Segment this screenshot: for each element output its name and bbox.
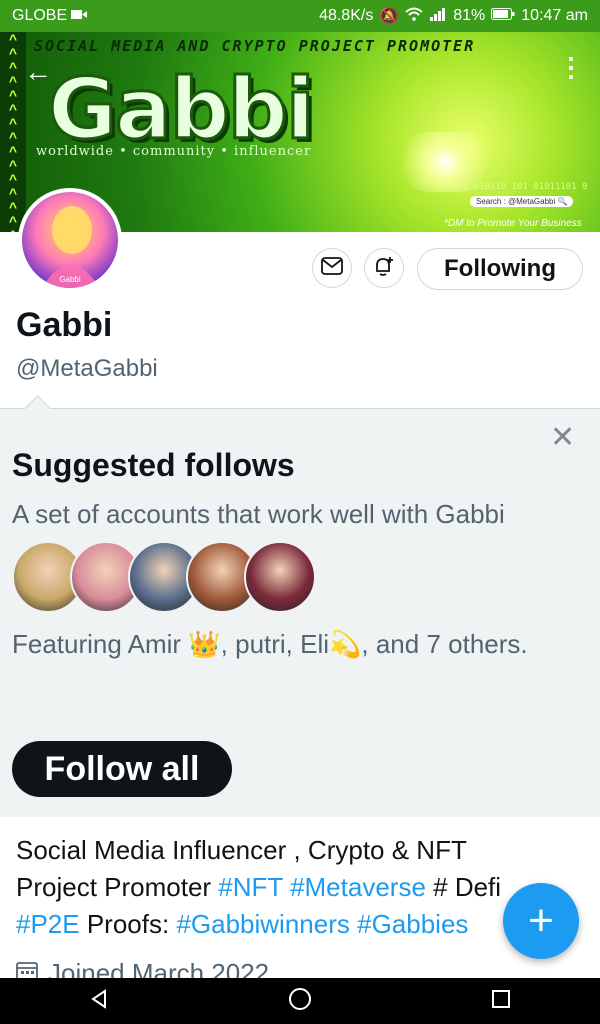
hashtag-p2e[interactable]: #P2E [16, 909, 80, 939]
bio-text: Project Promoter [16, 872, 219, 902]
profile-handle: @MetaGabbi [16, 355, 158, 382]
banner-search-pill: Search : @MetaGabbi 🔍 [470, 196, 574, 207]
net-speed: 48.8K/s [319, 7, 374, 24]
android-nav-bar [0, 978, 600, 1024]
following-button[interactable]: Following [417, 248, 583, 290]
suggested-title: Suggested follows [12, 447, 295, 483]
bio-proofs: Proofs: [79, 909, 177, 939]
featuring-text: Featuring Amir 👑, putri, Eli💫, and 7 oth… [12, 629, 528, 659]
nav-home-icon[interactable] [288, 987, 312, 1016]
carrier-label: GLOBE [12, 7, 68, 24]
back-arrow-icon[interactable]: ← [24, 56, 52, 88]
suggested-avatar-5 [244, 541, 316, 613]
more-options-icon[interactable]: ⋮ [558, 54, 584, 80]
message-button[interactable] [312, 248, 352, 288]
banner-headline: SOCIAL MEDIA AND CRYPTO PROJECT PROMOTER [34, 37, 476, 55]
follow-all-button[interactable]: Follow all [12, 741, 232, 797]
suggested-avatars[interactable] [12, 541, 316, 615]
hashtag-nft[interactable]: #NFT [218, 872, 283, 902]
profile-name: Gabbi [16, 306, 113, 344]
notifications-button[interactable] [364, 248, 404, 288]
avatar-caption: Gabbi [59, 275, 81, 284]
battery-icon [491, 7, 515, 25]
close-icon[interactable]: ✕ [550, 423, 575, 453]
banner-tagline: worldwide • community • influencer [36, 144, 312, 159]
profile-bio: Social Media Influencer , Crypto & NFT P… [16, 832, 576, 943]
bio-line-1: Social Media Influencer , Crypto & NFT [16, 835, 467, 865]
banner-binary: 011 010110 101 01011101 0 [452, 182, 588, 192]
bio-line-3: #P2E Proofs: #Gabbiwinners #Gabbies [16, 906, 576, 943]
bio-line-2: Project Promoter #NFT #Metaverse # Defi [16, 869, 576, 906]
plus-icon: + [528, 896, 554, 945]
battery-percent: 81% [453, 7, 486, 24]
video-icon [71, 7, 88, 25]
bell-plus-icon [373, 255, 395, 282]
suggested-follows-card: ✕ Suggested follows A set of accounts th… [0, 395, 600, 817]
hashtag-metaverse[interactable]: #Metaverse [290, 872, 426, 902]
status-bar: GLOBE 48.8K/s 🔕 81% 10:47 am [0, 0, 600, 32]
hashtag-gabbies[interactable]: #Gabbies [357, 909, 468, 939]
nav-recents-icon[interactable] [491, 989, 511, 1014]
hashtag-gabbiwinners[interactable]: #Gabbiwinners [176, 909, 349, 939]
clock: 10:47 am [521, 7, 588, 24]
avatar[interactable]: Gabbi [18, 188, 122, 292]
card-notch [24, 395, 51, 422]
nav-back-icon[interactable] [89, 988, 109, 1014]
compose-button[interactable]: + [503, 883, 579, 959]
banner-dm-text: *DM to Promote Your Business [444, 218, 582, 229]
wifi-icon [405, 7, 423, 26]
signal-icon [429, 7, 447, 26]
mail-icon [321, 256, 343, 280]
hash-defi: # Defi [433, 872, 502, 902]
banner-search-text: Search : @MetaGabbi [476, 197, 556, 206]
mute-icon: 🔕 [379, 8, 400, 25]
suggested-description: A set of accounts that work well with Ga… [12, 499, 505, 529]
